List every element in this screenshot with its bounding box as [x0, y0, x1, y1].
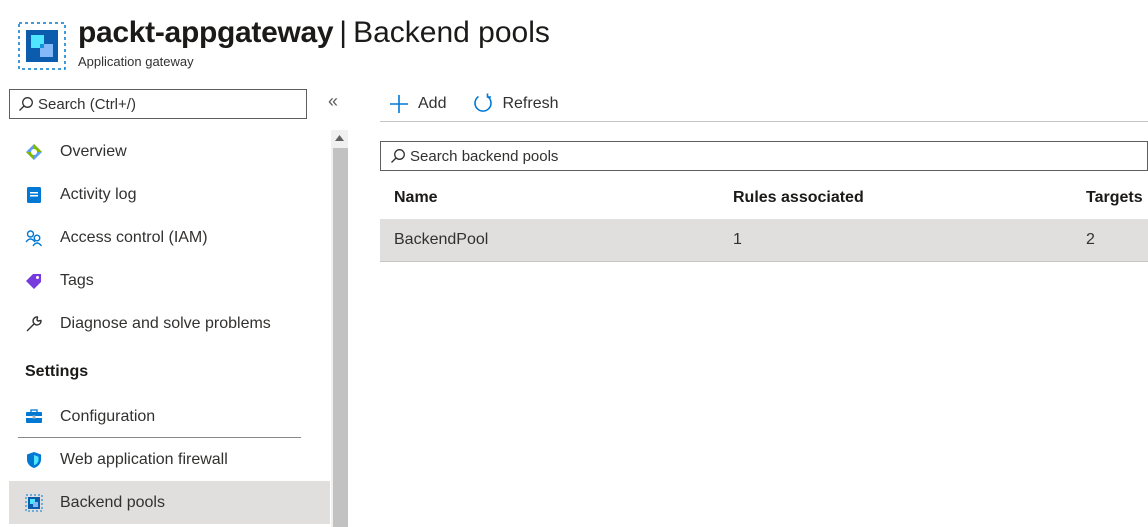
refresh-button[interactable]: Refresh — [468, 93, 562, 115]
refresh-button-label: Refresh — [502, 94, 559, 112]
menu-scrollbar[interactable] — [331, 130, 348, 527]
resource-menu: « Overview Activity log Access control (… — [0, 86, 360, 527]
menu-search-box[interactable] — [9, 89, 307, 119]
activity-log-icon — [25, 186, 43, 204]
cell-targets: 2 — [1086, 231, 1095, 248]
cell-name[interactable]: BackendPool — [380, 231, 733, 249]
scrollbar-thumb[interactable] — [333, 148, 348, 527]
collapse-menu-button[interactable]: « — [323, 91, 343, 112]
sidebar-item-diagnose[interactable]: Diagnose and solve problems — [0, 302, 330, 345]
configuration-icon — [25, 408, 43, 426]
command-bar: Add Refresh — [380, 86, 1148, 122]
shield-icon — [25, 451, 43, 469]
backend-pools-icon — [25, 494, 43, 512]
main-content: Add Refresh Name Rules associated Target… — [380, 86, 1148, 527]
sidebar-item-iam[interactable]: Access control (IAM) — [0, 216, 330, 259]
column-header-name[interactable]: Name — [380, 189, 733, 207]
sidebar-item-label: Backend pools — [60, 493, 165, 511]
sidebar-item-label: Tags — [60, 271, 94, 289]
sidebar-item-tags[interactable]: Tags — [0, 259, 330, 302]
menu-list: Overview Activity log Access control (IA… — [0, 130, 330, 524]
sidebar-item-backend-pools[interactable]: Backend pools — [9, 481, 330, 524]
backend-pool-search-input[interactable] — [410, 147, 1010, 165]
tag-icon — [25, 272, 43, 290]
column-header-rules[interactable]: Rules associated — [733, 189, 1086, 207]
sidebar-item-waf[interactable]: Web application firewall — [0, 438, 330, 481]
sidebar-item-label: Configuration — [60, 407, 156, 425]
sidebar-item-label: Web application firewall — [60, 450, 228, 468]
cell-rules: 1 — [733, 231, 742, 248]
sidebar-item-overview[interactable]: Overview — [0, 130, 330, 173]
table-row[interactable]: BackendPool 1 2 — [380, 219, 1148, 262]
refresh-icon — [472, 93, 494, 115]
title-separator: | — [339, 16, 348, 49]
page-title: packt-appgateway | Backend pools — [78, 16, 550, 50]
sidebar-item-activity-log[interactable]: Activity log — [0, 173, 330, 216]
settings-section-heading: Settings — [25, 363, 89, 380]
overview-icon — [25, 143, 43, 161]
sidebar-item-label: Access control (IAM) — [60, 228, 208, 246]
sidebar-item-label: Diagnose and solve problems — [60, 314, 271, 332]
backend-pools-table: Name Rules associated Targets BackendPoo… — [380, 177, 1148, 262]
sidebar-item-label: Activity log — [60, 185, 137, 203]
page-header: packt-appgateway | Backend pools Applicati… — [18, 8, 1138, 70]
table-header: Name Rules associated Targets — [380, 177, 1148, 219]
add-button[interactable]: Add — [380, 93, 450, 115]
backend-pool-search-box[interactable] — [380, 141, 1148, 171]
wrench-icon — [25, 315, 43, 333]
resource-name: packt-appgateway — [78, 16, 334, 49]
application-gateway-icon — [18, 22, 66, 70]
menu-search-input[interactable] — [38, 95, 298, 113]
sidebar-item-configuration[interactable]: Configuration — [0, 395, 330, 438]
sidebar-item-label: Overview — [60, 142, 127, 160]
iam-icon — [25, 229, 43, 247]
add-button-label: Add — [418, 94, 447, 112]
column-header-targets[interactable]: Targets — [1086, 189, 1148, 207]
blade-title: Backend pools — [353, 16, 550, 49]
resource-type: Application gateway — [78, 54, 194, 69]
search-icon — [390, 148, 406, 164]
scroll-up-arrow[interactable] — [331, 130, 348, 146]
plus-icon — [388, 93, 410, 115]
search-icon — [18, 96, 34, 112]
